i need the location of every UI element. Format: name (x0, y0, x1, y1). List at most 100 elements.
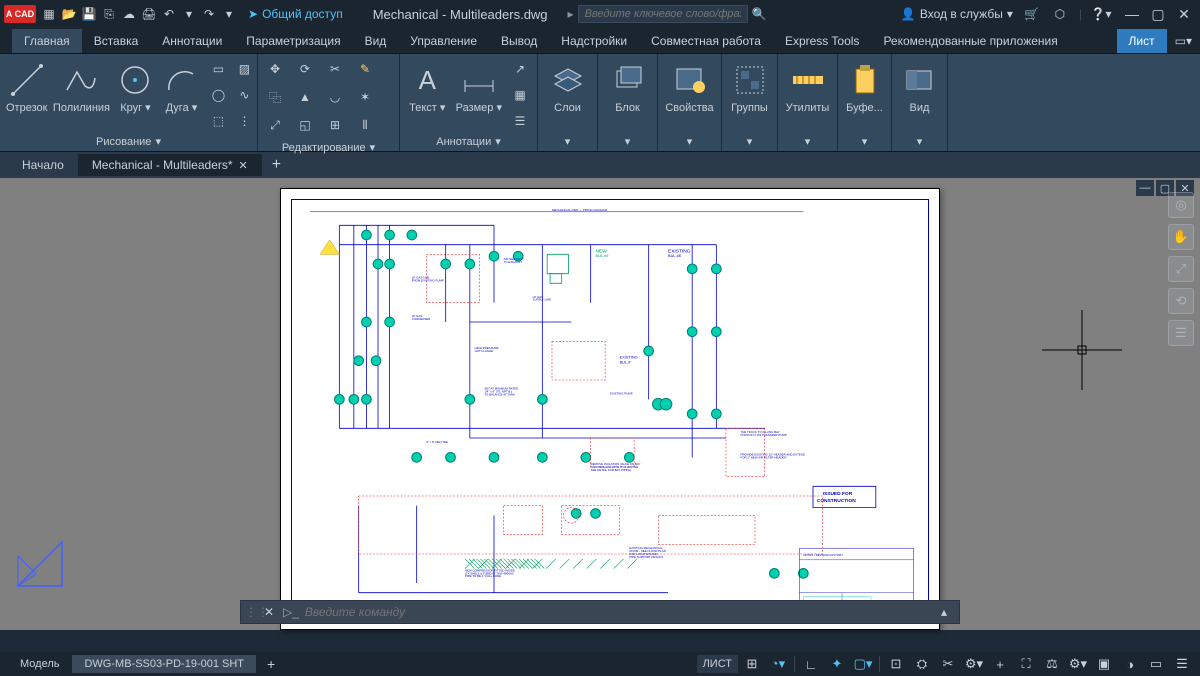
transparency-icon[interactable]: ⛭ (910, 653, 934, 675)
arc-tool[interactable]: Дуга ▾ (161, 58, 201, 115)
isolate-icon[interactable]: ◑ (1118, 653, 1142, 675)
search-arrow-icon[interactable]: ▸ (568, 7, 574, 21)
leader-icon[interactable]: ↗ (509, 58, 531, 80)
showmotion-icon[interactable]: ☰ (1168, 320, 1194, 346)
signin-button[interactable]: 👤 Вход в службы ▾ (901, 7, 1013, 21)
clean-screen-icon[interactable]: ▭ (1144, 653, 1168, 675)
dimension-tool[interactable]: Размер ▾ (455, 58, 503, 115)
status-list-label[interactable]: ЛИСТ (697, 655, 738, 673)
panel-layers-dd[interactable]: ▾ (544, 132, 591, 151)
trim-icon[interactable]: ✂ (324, 58, 346, 80)
panel-block-dd[interactable]: ▾ (604, 132, 651, 151)
tab-parametric[interactable]: Параметризация (234, 29, 352, 53)
annotation-monitor-icon[interactable]: ▣ (1092, 653, 1116, 675)
tab-featured[interactable]: Рекомендованные приложения (871, 29, 1069, 53)
drawing-area[interactable]: — ▢ ✕ MECHANICAL P&ID — PIPING DIAGRAM (0, 178, 1200, 630)
panel-clipboard-dd[interactable]: ▾ (844, 132, 885, 151)
cart-icon[interactable]: 🛒 (1023, 5, 1041, 23)
saveas-icon[interactable]: ⎘ (100, 5, 118, 23)
tab-active-file[interactable]: Mechanical - Multileaders* ✕ (78, 154, 262, 176)
share-button[interactable]: ➤ Общий доступ (242, 7, 349, 21)
fillet-icon[interactable]: ◡ (324, 86, 346, 108)
tab-new-button[interactable]: + (262, 152, 291, 178)
groups-tool[interactable]: Группы (728, 58, 771, 115)
customize-icon[interactable]: ☰ (1170, 653, 1194, 675)
tab-add-layout[interactable]: + (257, 653, 285, 675)
help-icon[interactable]: ❔▾ (1092, 5, 1110, 23)
selection-icon[interactable]: ✂ (936, 653, 960, 675)
close-button[interactable]: ✕ (1172, 4, 1196, 24)
tab-express[interactable]: Express Tools (773, 29, 871, 53)
utilities-tool[interactable]: Утилиты (784, 58, 831, 115)
view-tool[interactable]: Вид (898, 58, 941, 115)
ann-scale-icon[interactable]: ⚖ (1040, 653, 1064, 675)
mirror-icon[interactable]: ▲ (294, 86, 316, 108)
plus-icon[interactable]: + (988, 653, 1012, 675)
rotate-icon[interactable]: ⟳ (294, 58, 316, 80)
apps-icon[interactable]: ⬡ (1051, 5, 1069, 23)
tab-view[interactable]: Вид (353, 29, 399, 53)
spline-icon[interactable]: ∿ (233, 84, 255, 106)
minimize-button[interactable]: — (1120, 4, 1144, 24)
rectangle-icon[interactable]: ▭ (207, 58, 229, 80)
grid-icon[interactable]: ⊞ (740, 653, 764, 675)
panel-draw-label[interactable]: Рисование ▾ (6, 132, 251, 151)
nav-wheel-icon[interactable]: ◎ (1168, 192, 1194, 218)
save-icon[interactable]: 💾 (80, 5, 98, 23)
polyline-tool[interactable]: Полилиния (53, 58, 109, 115)
erase-icon[interactable]: ✎ (354, 58, 376, 80)
panel-annotation-label[interactable]: Аннотации ▾ (406, 132, 531, 151)
stretch-icon[interactable]: ⤢ (264, 114, 286, 136)
polar-icon[interactable]: ✦ (825, 653, 849, 675)
autoscale-icon[interactable]: ⛶ (1014, 653, 1038, 675)
explode-icon[interactable]: ✶ (354, 86, 376, 108)
panel-view-dd[interactable]: ▾ (898, 132, 941, 151)
open-icon[interactable]: 📂 (60, 5, 78, 23)
panel-utilities-dd[interactable]: ▾ (784, 132, 831, 151)
undo-dd-icon[interactable]: ▾ (180, 5, 198, 23)
panel-groups-dd[interactable]: ▾ (728, 132, 771, 151)
tab-addins[interactable]: Надстройки (549, 29, 639, 53)
region-icon[interactable]: ⬚ (207, 110, 229, 132)
osnap-icon[interactable]: ▢▾ (851, 653, 875, 675)
panel-properties-dd[interactable]: ▾ (664, 132, 715, 151)
snap-icon[interactable]: ◔▾ (766, 653, 790, 675)
line-tool[interactable]: Отрезок (6, 58, 47, 115)
redo-dd-icon[interactable]: ▾ (220, 5, 238, 23)
dw-minimize[interactable]: — (1136, 180, 1154, 196)
tab-model[interactable]: Модель (8, 655, 71, 673)
circle-tool[interactable]: Круг ▾ (115, 58, 155, 115)
maximize-button[interactable]: ▢ (1146, 4, 1170, 24)
cmd-handle-icon[interactable]: ⋮⋮ (245, 605, 255, 619)
tab-manage[interactable]: Управление (398, 29, 489, 53)
zoom-extents-icon[interactable]: ⤢ (1168, 256, 1194, 282)
scale-icon[interactable]: ◱ (294, 114, 316, 136)
table-icon[interactable]: ▦ (509, 84, 531, 106)
command-input[interactable] (305, 605, 935, 619)
text-tool[interactable]: A Текст ▾ (406, 58, 449, 115)
mtext-icon[interactable]: ☰ (509, 110, 531, 132)
tab-start[interactable]: Начало (8, 154, 78, 176)
cmd-close-icon[interactable]: ✕ (261, 605, 277, 619)
lineweight-icon[interactable]: ⊡ (884, 653, 908, 675)
offset-icon[interactable]: ⫴ (354, 114, 376, 136)
tab-collab[interactable]: Совместная работа (639, 29, 773, 53)
point-icon[interactable]: ⋮ (233, 110, 255, 132)
app-badge[interactable]: A CAD (4, 5, 36, 23)
tab-annotate[interactable]: Аннотации (150, 29, 234, 53)
block-tool[interactable]: Блок (604, 58, 651, 115)
search-icon[interactable]: 🔍 (752, 7, 767, 21)
properties-tool[interactable]: Свойства (664, 58, 715, 115)
ellipse-icon[interactable]: ◯ (207, 84, 229, 106)
workspace-icon[interactable]: ⚙▾ (1066, 653, 1090, 675)
tab-sheet[interactable]: DWG-MB-SS03-PD-19-001 SHT (72, 655, 256, 673)
tab-layout[interactable]: Лист (1117, 29, 1167, 53)
tab-output[interactable]: Вывод (489, 29, 549, 53)
pan-icon[interactable]: ✋ (1168, 224, 1194, 250)
tab-close-icon[interactable]: ✕ (239, 159, 248, 172)
move-icon[interactable]: ✥ (264, 58, 286, 80)
plot-icon[interactable]: 🖨 (140, 5, 158, 23)
web-icon[interactable]: ☁ (120, 5, 138, 23)
search-input[interactable] (578, 5, 748, 23)
clipboard-tool[interactable]: Буфе... (844, 58, 885, 115)
